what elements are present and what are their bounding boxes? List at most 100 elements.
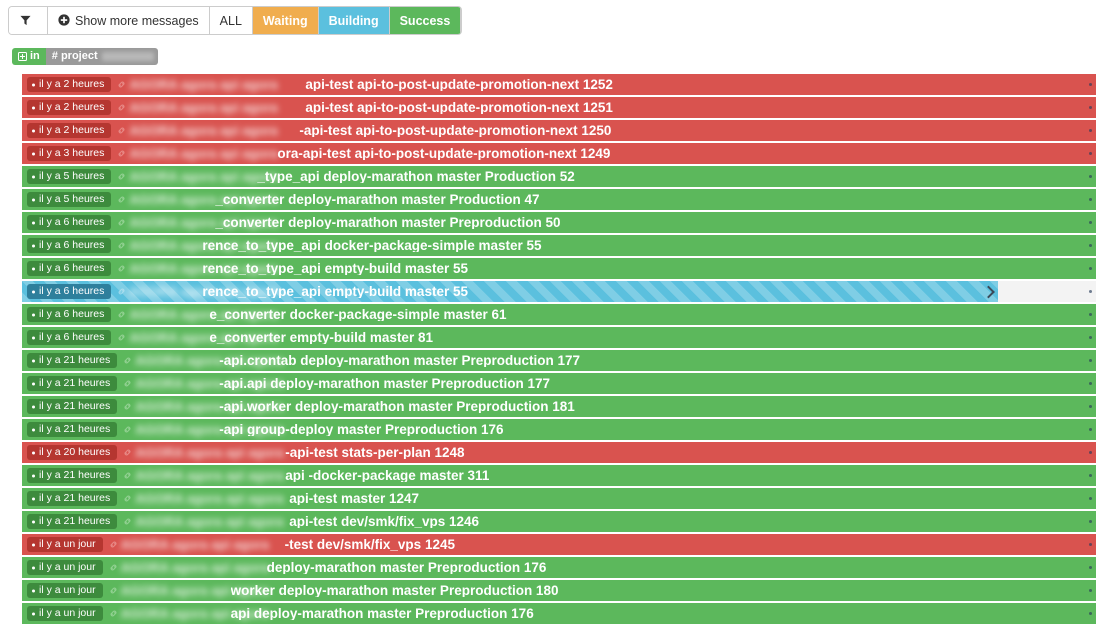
status-dot-icon [32,497,35,500]
link-icon[interactable] [117,237,126,255]
build-time-badge: il y a 6 heures [27,215,112,230]
build-row[interactable]: il y a 21 heures AGORA agora api agora api… [22,511,1096,532]
build-row[interactable]: il y a 5 heures AGORA agora api agora _typ… [22,166,1096,187]
row-actions[interactable] [1089,442,1092,463]
status-dot-icon [32,336,35,339]
build-time-badge: il y a 6 heures [27,307,112,322]
build-label: api-test api-to-post-update-promotion-ne… [305,77,613,92]
row-action-dot-icon [1089,221,1092,224]
status-dot-icon [32,474,35,477]
build-row[interactable]: il y a 2 heures AGORA agora api agora api-… [22,97,1096,118]
link-icon[interactable] [123,352,132,370]
build-time-badge: il y a 6 heures [27,238,112,253]
build-owner-redacted: AGORA agora api agora [129,123,278,138]
link-icon[interactable] [123,513,132,531]
row-actions[interactable] [1089,396,1092,417]
row-actions[interactable] [1089,120,1092,141]
link-icon[interactable] [117,329,126,347]
build-row[interactable]: il y a 6 heures AGORA agora api agora renc… [22,258,1096,279]
build-row[interactable]: il y a 21 heures AGORA agora api agora -ap… [22,396,1096,417]
row-actions[interactable] [1089,603,1092,624]
row-actions[interactable] [1089,373,1092,394]
row-action-dot-icon [1089,152,1092,155]
link-icon[interactable] [117,168,126,186]
tab-failed[interactable]: Failed [461,7,462,34]
project-name-redacted [101,52,154,61]
tab-all[interactable]: ALL [209,7,253,34]
build-row[interactable]: il y a 21 heures AGORA agora api agora -ap… [22,350,1096,371]
build-row[interactable]: il y a 2 heures AGORA agora api agora api-… [22,74,1096,95]
show-more-messages-button[interactable]: Show more messages [48,7,210,34]
project-badge[interactable]: # project [45,48,158,65]
row-actions[interactable] [1089,557,1092,578]
link-icon[interactable] [117,145,126,163]
build-row[interactable]: il y a 6 heures AGORA agora api agora _con… [22,212,1096,233]
link-icon[interactable] [123,467,132,485]
status-dot-icon [32,382,35,385]
filter-button[interactable] [9,7,48,34]
build-time-badge: il y a un jour [27,560,103,575]
link-icon[interactable] [117,306,126,324]
row-actions[interactable] [1089,304,1092,325]
link-icon[interactable] [123,444,132,462]
link-icon[interactable] [117,76,126,94]
status-dot-icon [32,152,35,155]
build-row[interactable]: il y a un jour AGORA agora api agora worke… [22,580,1096,601]
link-icon[interactable] [109,536,118,554]
row-actions[interactable] [1089,419,1092,440]
row-actions[interactable] [1089,166,1092,187]
link-icon[interactable] [123,398,132,416]
status-dot-icon [32,198,35,201]
build-row[interactable]: il y a un jour AGORA agora api agora deplo… [22,557,1096,578]
build-row[interactable]: il y a 21 heures AGORA agora api agora -ap… [22,419,1096,440]
row-actions[interactable] [1089,511,1092,532]
build-row[interactable]: il y a un jour AGORA agora api agora -test… [22,534,1096,555]
row-action-dot-icon [1089,313,1092,316]
build-row[interactable]: il y a 6 heures AGORA agora api agora renc… [22,281,1096,302]
row-actions[interactable] [1089,281,1092,302]
build-row[interactable]: il y a 21 heures AGORA agora api agora -ap… [22,373,1096,394]
build-row[interactable]: il y a 6 heures AGORA agora api agora e_co… [22,327,1096,348]
row-actions[interactable] [1089,580,1092,601]
row-actions[interactable] [1089,465,1092,486]
link-icon[interactable] [109,582,118,600]
row-actions[interactable] [1089,235,1092,256]
build-row[interactable]: il y a 6 heures AGORA agora api agora renc… [22,235,1096,256]
link-icon[interactable] [123,421,132,439]
row-actions[interactable] [1089,258,1092,279]
link-icon[interactable] [117,122,126,140]
row-actions[interactable] [1089,143,1092,164]
link-icon[interactable] [117,214,126,232]
row-actions[interactable] [1089,350,1092,371]
build-owner-redacted: AGORA agora api agora [129,100,278,115]
tab-building[interactable]: Building [318,7,390,34]
build-row[interactable]: il y a un jour AGORA agora api agora api d… [22,603,1096,624]
tab-success[interactable]: Success [389,7,461,34]
row-actions[interactable] [1089,534,1092,555]
build-list: il y a 2 heures AGORA agora api agora api-… [0,74,1101,624]
link-icon[interactable] [123,375,132,393]
link-icon[interactable] [117,191,126,209]
build-row[interactable]: il y a 3 heures AGORA agora api agora ora-… [22,143,1096,164]
row-actions[interactable] [1089,327,1092,348]
row-actions[interactable] [1089,74,1092,95]
link-icon[interactable] [117,260,126,278]
build-label: -api-test api-to-post-update-promotion-n… [299,123,612,138]
build-row[interactable]: il y a 21 heures AGORA agora api agora api… [22,488,1096,509]
build-row[interactable]: il y a 20 heures AGORA agora api agora -ap… [22,442,1096,463]
link-icon[interactable] [117,283,126,301]
build-row[interactable]: il y a 21 heures AGORA agora api agora api… [22,465,1096,486]
build-row[interactable]: il y a 2 heures AGORA agora api agora -api… [22,120,1096,141]
link-icon[interactable] [123,490,132,508]
tab-waiting[interactable]: Waiting [252,7,319,34]
row-actions[interactable] [1089,189,1092,210]
link-icon[interactable] [109,559,118,577]
row-actions[interactable] [1089,97,1092,118]
link-icon[interactable] [117,99,126,117]
build-row[interactable]: il y a 5 heures AGORA agora api agora _con… [22,189,1096,210]
link-icon[interactable] [109,605,118,623]
in-badge[interactable]: in [12,48,46,65]
row-actions[interactable] [1089,212,1092,233]
row-actions[interactable] [1089,488,1092,509]
build-row[interactable]: il y a 6 heures AGORA agora api agora e_co… [22,304,1096,325]
